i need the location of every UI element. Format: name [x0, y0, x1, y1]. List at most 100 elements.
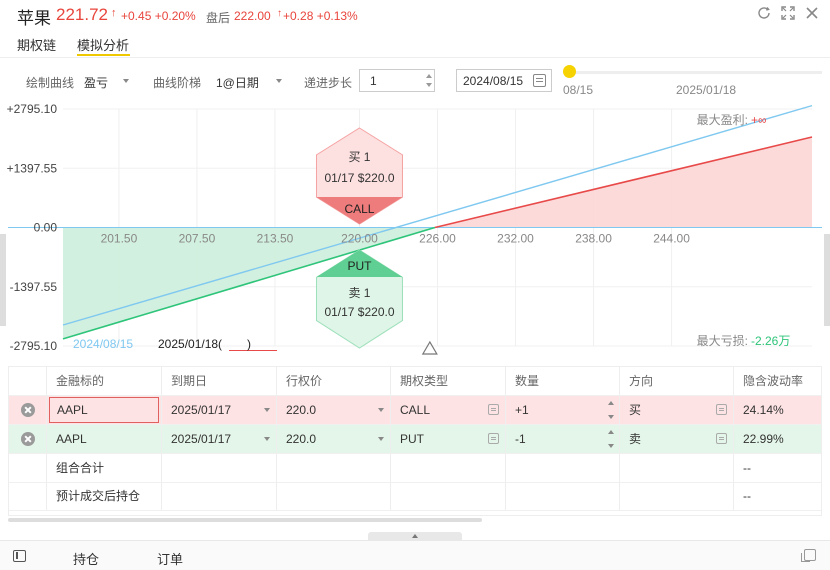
quote-header: 苹果 221.72 ↑ +0.45 +0.20% 盘后 222.00 ↑ +0.… [0, 0, 830, 30]
strike-select[interactable]: 220.0 [277, 425, 391, 453]
buy-badge-type: CALL [344, 202, 374, 216]
col-header-quantity: 数量 [506, 367, 620, 395]
type-value: CALL [400, 403, 431, 417]
date-slider-thumb[interactable] [563, 65, 576, 78]
option-type-list-icon[interactable] [488, 433, 499, 444]
summary-row-total: 组合合计 -- [9, 454, 821, 483]
tab-option-chain[interactable]: 期权链 [17, 35, 56, 54]
chevron-down-icon[interactable] [378, 437, 384, 441]
step-increment-icon[interactable] [426, 74, 432, 78]
increment-icon[interactable] [608, 430, 614, 434]
tab-simulation[interactable]: 模拟分析 [77, 35, 129, 54]
right-panel-handle[interactable] [824, 234, 830, 326]
close-icon[interactable] [804, 5, 820, 21]
legs-table: 金融标的 到期日 行权价 期权类型 数量 方向 隐含波动率 AAPL 2025/… [8, 366, 822, 516]
symbol-field[interactable]: AAPL [47, 425, 162, 453]
decrement-icon[interactable] [608, 444, 614, 448]
after-hours-up-arrow-icon: ↑ [277, 8, 282, 19]
y-tick-label: +2795.10 [7, 102, 58, 116]
x-tick-label: 244.00 [653, 232, 690, 246]
symbol-field[interactable]: AAPL [49, 397, 159, 423]
increment-icon[interactable] [608, 401, 614, 405]
step-label: 递进步长 [304, 76, 353, 90]
collapse-panel-button[interactable] [368, 532, 462, 540]
col-header-expiry: 到期日 [162, 367, 277, 395]
tab-orders[interactable]: 订单 [157, 549, 183, 568]
expiry-select[interactable]: 2025/01/17 [162, 396, 277, 424]
buy-badge-title: 买 1 [348, 150, 370, 164]
curve-chevron-down-icon[interactable] [123, 79, 129, 83]
col-header-symbol: 金融标的 [47, 367, 162, 395]
max-profit-label: 最大盈利: [697, 113, 748, 127]
strike-select[interactable]: 220.0 [277, 396, 391, 424]
x-tick-label: 220.00 [341, 232, 378, 246]
tab-bar: 期权链 模拟分析 [0, 30, 830, 58]
curve-label: 绘制曲线 [26, 76, 75, 90]
sell-badge-title: 卖 1 [348, 286, 370, 300]
chevron-down-icon[interactable] [378, 408, 384, 412]
curve-select[interactable]: 盈亏 [84, 74, 108, 91]
calendar-icon[interactable] [533, 74, 546, 87]
price-change: +0.45 +0.20% [121, 9, 196, 23]
quantity-stepper[interactable]: -1 [506, 425, 620, 453]
buy-badge-detail: 01/17 $220.0 [324, 171, 394, 185]
simulation-controls: 绘制曲线 盈亏 曲线阶梯 1@日期 递进步长 2024/08/15 08/15 … [0, 58, 830, 100]
tab-positions[interactable]: 持仓 [73, 549, 99, 568]
decrement-icon[interactable] [608, 415, 614, 419]
panel-toggle-icon[interactable] [13, 550, 26, 562]
legend-today: 2024/08/15 [73, 337, 133, 351]
chevron-down-icon[interactable] [264, 408, 270, 412]
table-header-row: 金融标的 到期日 行权价 期权类型 数量 方向 隐含波动率 [9, 367, 821, 396]
option-type-list-icon[interactable] [488, 404, 499, 415]
iv-value: 24.14% [743, 403, 784, 417]
y-tick-label: -1397.55 [10, 280, 58, 294]
expand-icon[interactable] [780, 5, 796, 21]
table-row: AAPL 2025/01/17 220.0 PUT -1 卖 22.99% [9, 425, 821, 454]
side-select[interactable]: 卖 [620, 425, 734, 453]
refresh-icon[interactable] [756, 5, 772, 21]
x-tick-label: 232.00 [497, 232, 534, 246]
remove-leg-icon[interactable] [21, 403, 35, 417]
chevron-down-icon[interactable] [264, 437, 270, 441]
side-select[interactable]: 买 [620, 396, 734, 424]
date-slider-track[interactable] [567, 71, 822, 74]
summary-after-label: 预计成交后持仓 [47, 482, 162, 510]
side-list-icon[interactable] [716, 433, 727, 444]
step-decrement-icon[interactable] [426, 83, 432, 87]
max-loss-value: -2.26万 [751, 334, 790, 348]
x-tick-label: 213.50 [257, 232, 294, 246]
step-input[interactable] [360, 70, 422, 91]
after-hours-price: 222.00 [234, 9, 271, 23]
date-picker[interactable]: 2024/08/15 [456, 69, 552, 92]
sell-badge-detail: 01/17 $220.0 [324, 305, 394, 319]
ladder-select[interactable]: 1@日期 [216, 74, 259, 91]
legend-expiry: 2025/01/18( [158, 337, 222, 351]
left-panel-handle[interactable] [0, 234, 6, 326]
expiry-select[interactable]: 2025/01/17 [162, 425, 277, 453]
remove-leg-icon[interactable] [21, 432, 35, 446]
x-tick-label: 207.50 [179, 232, 216, 246]
side-value: 卖 [629, 432, 642, 446]
col-header-iv: 隐含波动率 [743, 374, 804, 388]
table-horizontal-scrollbar[interactable] [8, 518, 482, 522]
stock-price: 221.72 [56, 5, 108, 24]
y-tick-label: 0.00 [34, 221, 58, 235]
y-tick-label: -2795.10 [10, 339, 58, 353]
max-loss-label: 最大亏损: [697, 334, 748, 348]
x-tick-label: 201.50 [101, 232, 138, 246]
legend-expiry-close: ) [247, 337, 251, 351]
type-select[interactable]: PUT [391, 425, 506, 453]
step-stepper[interactable] [359, 69, 435, 92]
type-select[interactable]: CALL [391, 396, 506, 424]
side-list-icon[interactable] [716, 404, 727, 415]
ladder-label: 曲线阶梯 [153, 76, 202, 90]
copy-icon[interactable] [801, 549, 816, 562]
quantity-value: +1 [515, 403, 529, 417]
quantity-stepper[interactable]: +1 [506, 396, 620, 424]
ladder-chevron-down-icon[interactable] [276, 79, 282, 83]
date-value: 2024/08/15 [463, 74, 524, 88]
expiry-value: 2025/01/17 [171, 432, 232, 446]
slider-end-label: 2025/01/18 [676, 83, 737, 97]
after-hours-label: 盘后 [206, 11, 231, 25]
strike-value: 220.0 [286, 432, 317, 446]
